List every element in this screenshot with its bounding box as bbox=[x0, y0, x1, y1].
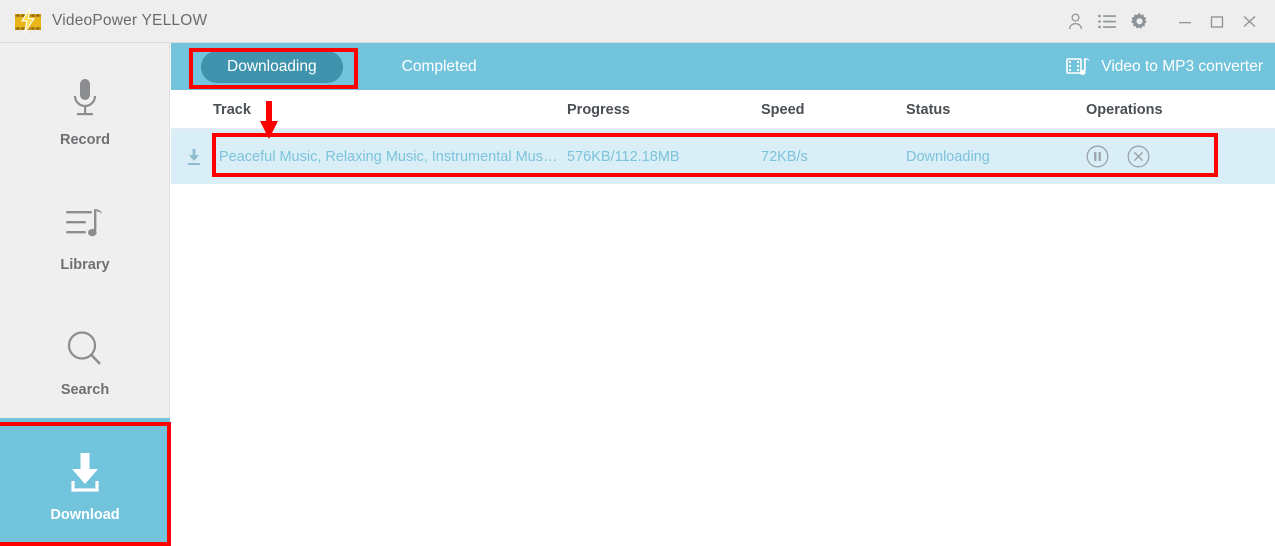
tab-label: Completed bbox=[401, 57, 477, 75]
pause-button[interactable] bbox=[1086, 145, 1109, 168]
title-bar: VideoPower YELLOW bbox=[0, 0, 1275, 43]
table-row[interactable]: Peaceful Music, Relaxing Music, Instrume… bbox=[171, 129, 1275, 184]
download-icon bbox=[61, 439, 109, 495]
sidebar: Record Library Search Download bbox=[0, 43, 170, 546]
column-header-status[interactable]: Status bbox=[906, 90, 950, 129]
microphone-icon bbox=[67, 64, 103, 120]
sidebar-item-record[interactable]: Record bbox=[0, 43, 170, 168]
cancel-button[interactable] bbox=[1127, 145, 1150, 168]
sidebar-item-download[interactable]: Download bbox=[0, 418, 170, 543]
playlist-music-icon bbox=[64, 189, 106, 245]
tab-label: Downloading bbox=[227, 57, 317, 75]
videopower-logo-icon bbox=[6, 0, 50, 43]
sidebar-item-label: Library bbox=[60, 256, 110, 273]
gear-icon[interactable] bbox=[1123, 0, 1155, 43]
application-window: VideoPower YELLOW Record Library Search … bbox=[0, 0, 1275, 546]
cell-operations bbox=[1086, 129, 1150, 184]
cell-speed: 72KB/s bbox=[761, 148, 808, 165]
tab-completed[interactable]: Completed bbox=[376, 51, 503, 83]
tab-bar: Downloading Completed Video to MP3 conve… bbox=[171, 43, 1275, 90]
titlebar-right-controls bbox=[1059, 0, 1275, 43]
cell-track: Peaceful Music, Relaxing Music, Instrume… bbox=[219, 148, 558, 165]
cell-progress: 576KB/112.18MB bbox=[567, 148, 680, 165]
column-header-operations[interactable]: Operations bbox=[1086, 90, 1163, 129]
download-arrow-icon bbox=[184, 129, 204, 184]
video-to-mp3-icon bbox=[1066, 56, 1090, 78]
cell-status: Downloading bbox=[906, 148, 990, 165]
app-title: VideoPower YELLOW bbox=[52, 12, 208, 29]
list-icon[interactable] bbox=[1091, 0, 1123, 43]
close-button[interactable] bbox=[1233, 0, 1265, 43]
column-header-track[interactable]: Track bbox=[213, 90, 251, 129]
main-panel: Downloading Completed Video to MP3 conve… bbox=[171, 43, 1275, 546]
sidebar-item-label: Download bbox=[50, 506, 120, 523]
table-header: Track Progress Speed Status Operations bbox=[171, 90, 1275, 129]
column-header-progress[interactable]: Progress bbox=[567, 90, 630, 129]
maximize-button[interactable] bbox=[1201, 0, 1233, 43]
video-to-mp3-converter-button[interactable]: Video to MP3 converter bbox=[1066, 43, 1263, 90]
sidebar-item-label: Record bbox=[60, 131, 110, 148]
search-icon bbox=[65, 314, 105, 370]
sidebar-item-library[interactable]: Library bbox=[0, 168, 170, 293]
minimize-button[interactable] bbox=[1169, 0, 1201, 43]
converter-label: Video to MP3 converter bbox=[1101, 57, 1263, 75]
sidebar-item-label: Search bbox=[60, 381, 110, 398]
sidebar-item-search[interactable]: Search bbox=[0, 293, 170, 418]
tab-downloading[interactable]: Downloading bbox=[201, 50, 343, 83]
titlebar-spacer bbox=[1155, 0, 1169, 43]
column-header-speed[interactable]: Speed bbox=[761, 90, 805, 129]
account-icon[interactable] bbox=[1059, 0, 1091, 43]
